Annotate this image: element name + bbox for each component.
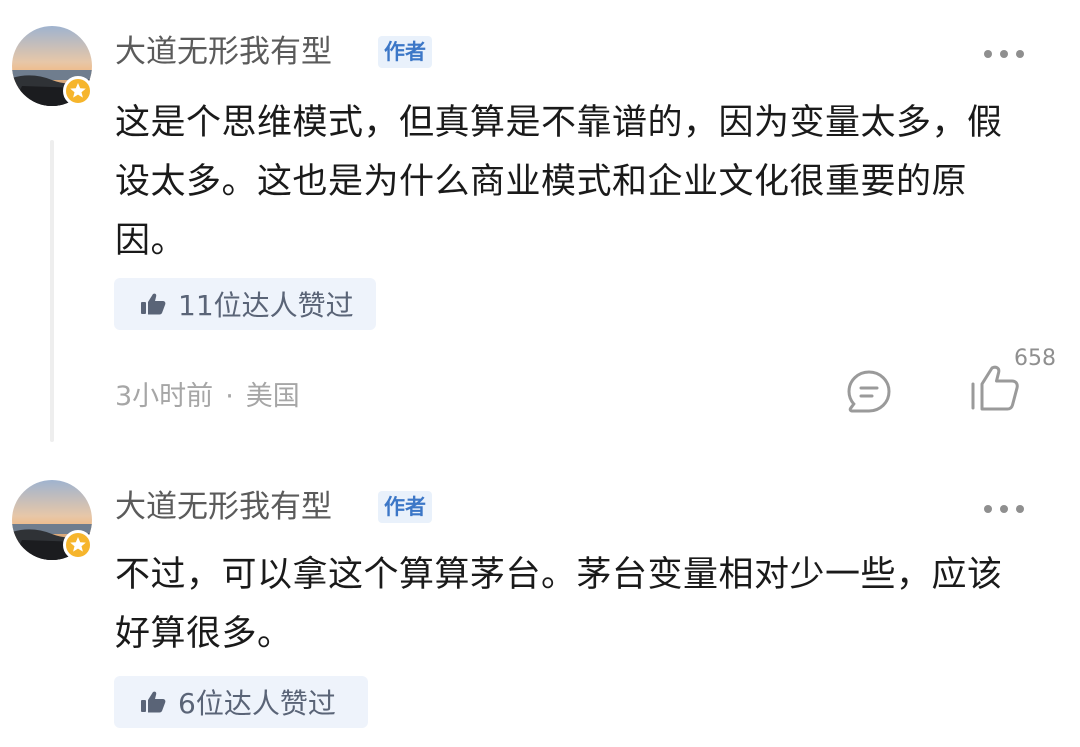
likes-summary-text: 11位达人赞过	[178, 289, 354, 322]
timestamp: 3小时前	[115, 381, 214, 412]
separator-dot: ·	[225, 381, 234, 412]
comment-meta: 3小时前 · 美国	[115, 377, 300, 417]
thumbs-up-icon	[140, 691, 166, 713]
more-icon[interactable]	[984, 47, 1024, 61]
more-icon[interactable]	[984, 502, 1024, 516]
reply-icon[interactable]	[846, 369, 892, 415]
likes-summary-pill[interactable]: 11位达人赞过	[114, 278, 376, 330]
likes-summary-text: 6位达人赞过	[178, 687, 336, 720]
likes-summary-pill[interactable]: 6位达人赞过	[114, 676, 368, 728]
comment-text: 这是个思维模式，但真算是不靠谱的，因为变量太多，假设太多。这也是为什么商业模式和…	[115, 103, 1003, 261]
thread-line	[50, 140, 54, 442]
like-count: 658	[1014, 346, 1056, 371]
comment-item: 大道无形我有型 作者 不过，可以拿这个算算茅台。茅台变量相对少一些，应该好算很多…	[0, 455, 1080, 747]
comment-item: 大道无形我有型 作者 这是个思维模式，但真算是不靠谱的，因为变量太多，假设太多。…	[0, 0, 1080, 455]
author-tag: 作者	[378, 491, 432, 523]
thumbs-up-icon	[140, 293, 166, 315]
location: 美国	[245, 381, 300, 412]
username[interactable]: 大道无形我有型	[115, 487, 332, 527]
author-tag: 作者	[378, 36, 432, 68]
comment-text: 不过，可以拿这个算算茅台。茅台变量相对少一些，应该好算很多。	[115, 555, 1003, 654]
comments-page: 大道无形我有型 作者 这是个思维模式，但真算是不靠谱的，因为变量太多，假设太多。…	[0, 0, 1080, 747]
username[interactable]: 大道无形我有型	[115, 32, 332, 72]
author-star-badge-icon	[63, 530, 93, 560]
like-icon[interactable]	[970, 364, 1022, 412]
author-star-badge-icon	[63, 76, 93, 106]
